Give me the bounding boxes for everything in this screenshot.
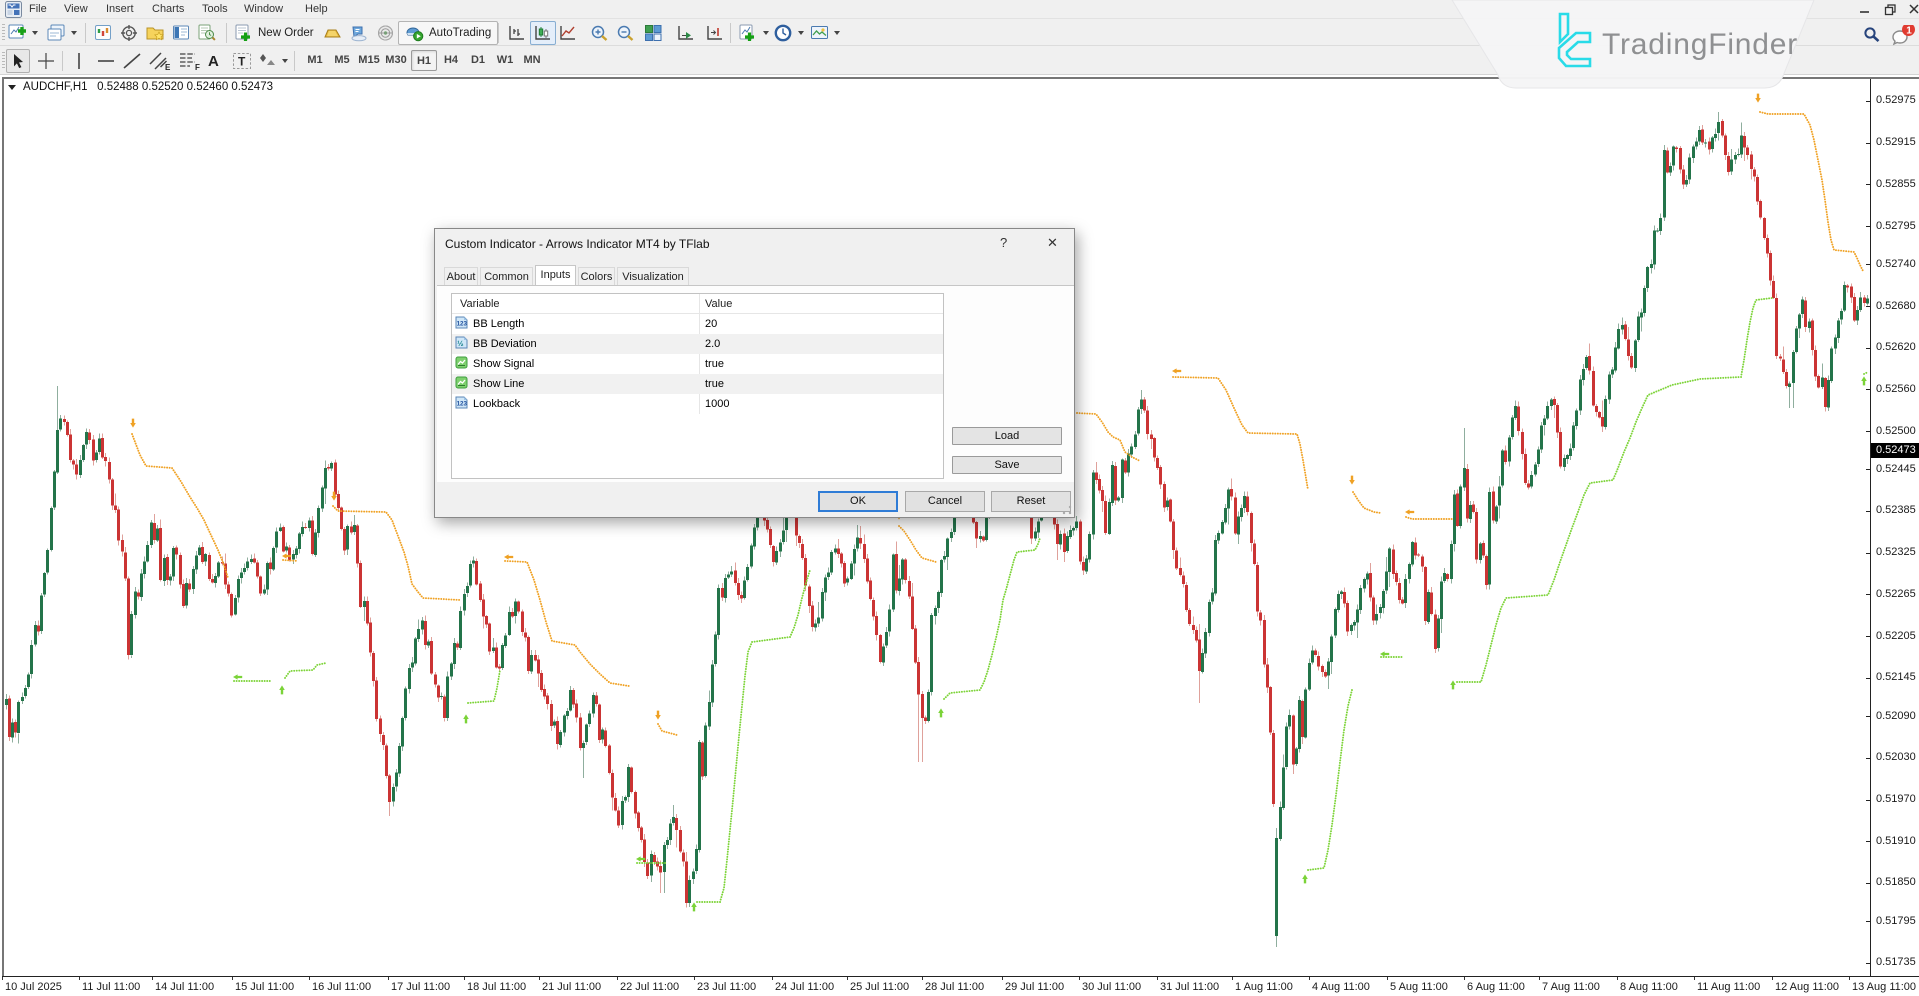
svg-text:F: F xyxy=(195,63,200,71)
svg-text:E: E xyxy=(165,63,171,71)
svg-text:1: 1 xyxy=(1906,25,1912,36)
svg-text:T: T xyxy=(238,55,246,69)
svg-text:123: 123 xyxy=(457,401,468,408)
svg-text:½: ½ xyxy=(457,339,463,348)
svg-text:TradingFinder: TradingFinder xyxy=(1602,28,1798,61)
svg-text:123: 123 xyxy=(457,321,468,328)
